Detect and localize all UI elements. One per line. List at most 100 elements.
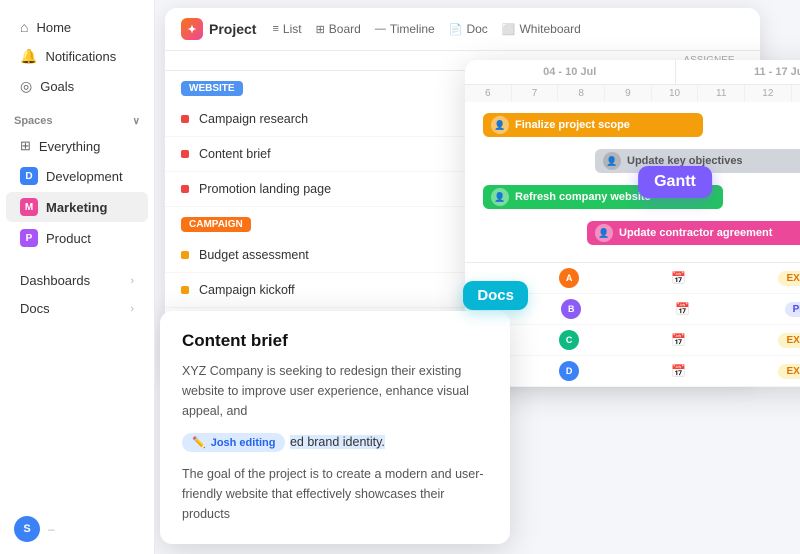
editing-user-label: Josh editing <box>211 437 276 449</box>
tab-whiteboard[interactable]: ⬜ Whiteboard <box>502 19 581 39</box>
board-icon: ⊞ <box>316 23 325 36</box>
calendar-icon: 📅 <box>671 333 686 347</box>
gantt-period-1: 04 - 10 Jul <box>465 60 676 84</box>
project-title: ✦ Project <box>181 18 256 40</box>
sidebar-item-development[interactable]: D Development <box>6 161 148 191</box>
sidebar-item-docs[interactable]: Docs › <box>6 295 148 322</box>
task-dot <box>181 251 189 259</box>
task-dot <box>181 115 189 123</box>
doc-icon: 📄 <box>449 23 463 36</box>
gantt-bar-row: 👤 Update key objectives <box>475 146 800 176</box>
sidebar-label-everything: Everything <box>39 139 100 154</box>
list-icon: ≡ <box>272 23 278 35</box>
bar-avatar: 👤 <box>491 116 509 134</box>
sidebar-item-marketing[interactable]: M Marketing <box>6 192 148 222</box>
sidebar-item-notifications[interactable]: 🔔 Notifications <box>6 42 148 71</box>
sidebar-bottom: S – <box>0 516 154 542</box>
docs-body2: The goal of the project is to create a m… <box>182 464 488 524</box>
gantt-day: 7 <box>512 85 559 102</box>
gantt-label: Gantt <box>638 166 712 198</box>
tab-list[interactable]: ≡ List <box>272 19 301 39</box>
gantt-period-2: 11 - 17 Jul <box>676 60 800 84</box>
row-right: PLANNING 💬 <box>785 301 800 317</box>
calendar-icon: 📅 <box>671 271 686 285</box>
sidebar-item-home[interactable]: ⌂ Home <box>6 13 148 41</box>
chevron-right-icon2: › <box>130 303 134 315</box>
gantt-days: 6 7 8 9 10 11 12 13 14 <box>465 85 800 102</box>
bar-avatar: 👤 <box>595 224 613 242</box>
project-header: ✦ Project ≡ List ⊞ Board — Timeline 📄 <box>165 8 760 51</box>
gantt-body: 👤 Finalize project scope 👤 Update key ob… <box>465 102 800 262</box>
bar-avatar: 👤 <box>603 152 621 170</box>
task-dot <box>181 185 189 193</box>
user-menu-icon[interactable]: – <box>48 522 55 536</box>
tab-doc-label: Doc <box>466 22 487 36</box>
whiteboard-icon: ⬜ <box>502 23 516 36</box>
chevron-right-icon: › <box>130 275 134 287</box>
table-row[interactable]: C 📅 EXECUTION 💬 <box>465 325 800 356</box>
gantt-bar-1: 👤 Finalize project scope <box>483 113 703 137</box>
tab-timeline[interactable]: — Timeline <box>375 19 435 39</box>
docs-bubble: Docs <box>463 281 528 310</box>
gantt-window: 04 - 10 Jul 11 - 17 Jul 6 7 8 9 10 11 12… <box>465 60 800 387</box>
gantt-bar-4: 👤 Update contractor agreement <box>587 221 800 245</box>
row-right: EXECUTION 💬 <box>778 332 800 348</box>
docs-window-inner: Content brief XYZ Company is seeking to … <box>182 331 488 524</box>
status-badge: EXECUTION <box>778 364 800 379</box>
gantt-day: 8 <box>558 85 605 102</box>
status-badge: EXECUTION <box>778 333 800 348</box>
bar-label-1: Finalize project scope <box>515 119 630 131</box>
goals-icon: ◎ <box>20 78 32 95</box>
avatar: A <box>559 268 579 288</box>
marketing-dot: M <box>20 198 38 216</box>
sidebar-label-marketing: Marketing <box>46 200 107 215</box>
pencil-icon: ✏️ <box>192 436 206 449</box>
selected-text: ed brand identity. <box>290 435 385 449</box>
spaces-chevron[interactable]: ∨ <box>133 116 140 127</box>
sidebar-label-notifications: Notifications <box>45 49 116 64</box>
tab-board[interactable]: ⊞ Board <box>316 19 361 39</box>
sidebar-item-dashboards[interactable]: Dashboards › <box>6 267 148 294</box>
tab-whiteboard-label: Whiteboard <box>519 22 580 36</box>
home-icon: ⌂ <box>20 19 28 35</box>
spaces-label: Spaces <box>14 115 53 127</box>
task-dot <box>181 150 189 158</box>
task-dot <box>181 286 189 294</box>
gantt-day: 12 <box>745 85 792 102</box>
calendar-icon: 📅 <box>675 302 690 316</box>
docs-body: XYZ Company is seeking to redesign their… <box>182 361 488 421</box>
sidebar-label-dashboards: Dashboards <box>20 273 90 288</box>
status-badge: PLANNING <box>785 302 800 317</box>
gantt-day: 11 <box>698 85 745 102</box>
project-icon: ✦ <box>181 18 203 40</box>
calendar-icon: 📅 <box>671 364 686 378</box>
gantt-header: 04 - 10 Jul 11 - 17 Jul <box>465 60 800 85</box>
sidebar-label-home: Home <box>36 20 71 35</box>
bar-avatar: 👤 <box>491 188 509 206</box>
sidebar: ⌂ Home 🔔 Notifications ◎ Goals Spaces ∨ … <box>0 0 155 554</box>
main-area: ✦ Project ≡ List ⊞ Board — Timeline 📄 <box>155 0 800 554</box>
user-avatar[interactable]: S <box>14 516 40 542</box>
editing-badge: ✏️ Josh editing <box>182 433 285 452</box>
gantt-day: 13 <box>792 85 800 102</box>
project-title-label: Project <box>209 21 256 37</box>
sidebar-label-product: Product <box>46 231 91 246</box>
docs-editing-row: ✏️ Josh editing ed brand identity. <box>182 427 488 458</box>
grid-icon: ⊞ <box>20 138 31 154</box>
status-badge: EXECUTION <box>778 271 800 286</box>
table-row[interactable]: D 📅 EXECUTION 💬 <box>465 356 800 387</box>
product-dot: P <box>20 229 38 247</box>
sidebar-item-product[interactable]: P Product <box>6 223 148 253</box>
tab-timeline-label: Timeline <box>390 22 435 36</box>
sidebar-item-everything[interactable]: ⊞ Everything <box>6 132 148 160</box>
gantt-bar-row: 👤 Update contractor agreement <box>475 218 800 248</box>
tab-doc[interactable]: 📄 Doc <box>449 19 488 39</box>
campaign-badge: CAMPAIGN <box>181 217 251 232</box>
timeline-icon: — <box>375 23 386 35</box>
sidebar-label-goals: Goals <box>40 79 74 94</box>
website-badge: WEBSITE <box>181 81 243 96</box>
gantt-day: 6 <box>465 85 512 102</box>
tab-list-label: List <box>283 22 302 36</box>
avatar: C <box>559 330 579 350</box>
sidebar-item-goals[interactable]: ◎ Goals <box>6 72 148 101</box>
